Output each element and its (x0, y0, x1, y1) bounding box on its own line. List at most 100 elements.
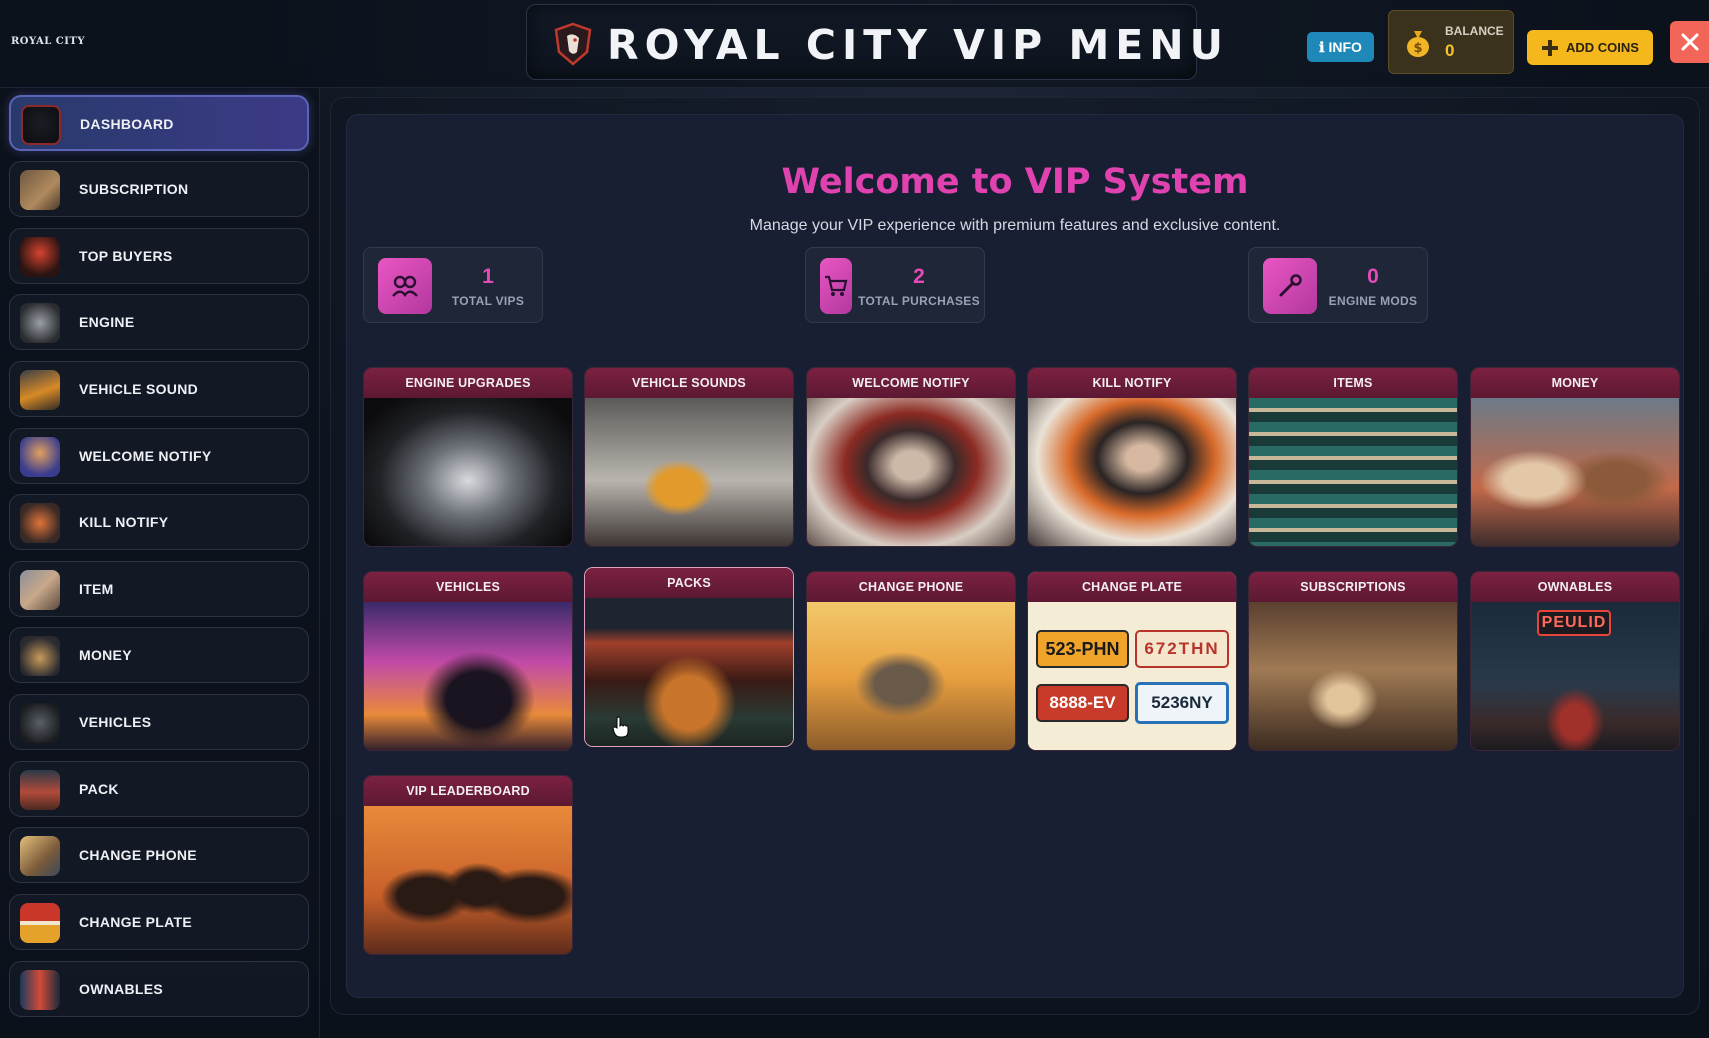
stat-label: TOTAL PURCHASES (858, 294, 980, 308)
money-bag-icon: $ (1407, 31, 1429, 57)
title-banner: ROYAL CITY VIP MENU (526, 4, 1223, 80)
sidebar-item-money[interactable]: MONEY (9, 627, 309, 683)
neon-sign: PEULID (1537, 610, 1611, 636)
card-title: OWNABLES (1471, 572, 1679, 602)
add-coins-button[interactable]: ADD COINS (1527, 30, 1653, 65)
card-title: SUBSCRIPTIONS (1249, 572, 1457, 602)
license-plates-image: 523-PHN 672THN 8888-EV 5236NY (1028, 602, 1236, 750)
ownables-thumb-icon (20, 970, 60, 1010)
sidebar-item-welcome-notify[interactable]: WELCOME NOTIFY (9, 428, 309, 484)
sidebar-item-label: KILL NOTIFY (79, 514, 169, 530)
stat-engine-mods: 0 ENGINE MODS (1248, 247, 1428, 323)
engine-image (364, 398, 572, 546)
card-title: KILL NOTIFY (1028, 368, 1236, 398)
sidebar-item-dashboard[interactable]: DASHBOARD (9, 95, 309, 151)
kill-notify-thumb-icon (20, 503, 60, 543)
card-title: WELCOME NOTIFY (807, 368, 1015, 398)
sidebar-item-label: PACK (79, 781, 119, 797)
sidebar-item-label: ENGINE (79, 314, 135, 330)
stat-label: ENGINE MODS (1328, 294, 1418, 308)
card-kill-notify[interactable]: KILL NOTIFY (1027, 367, 1237, 547)
card-title: VIP LEADERBOARD (364, 776, 572, 806)
sidebar-item-vehicles[interactable]: VEHICLES (9, 694, 309, 750)
brand-name: ROYAL CITY (11, 36, 86, 47)
sidebar-item-label: OWNABLES (79, 981, 164, 997)
card-title: MONEY (1471, 368, 1679, 398)
card-title: VEHICLES (364, 572, 572, 602)
stat-label: TOTAL VIPS (451, 294, 525, 308)
plate-5236ny: 5236NY (1135, 682, 1229, 724)
card-ownables[interactable]: OWNABLES PEULID (1470, 571, 1680, 751)
card-engine-upgrades[interactable]: ENGINE UPGRADES (363, 367, 573, 547)
sidebar: DASHBOARD SUBSCRIPTION TOP BUYERS ENGINE… (0, 88, 320, 1038)
sidebar-item-kill-notify[interactable]: KILL NOTIFY (9, 494, 309, 550)
pack-thumb-icon (20, 770, 60, 810)
casino-image (1249, 602, 1457, 750)
sidebar-item-label: TOP BUYERS (79, 248, 173, 264)
sidebar-item-label: VEHICLE SOUND (79, 381, 199, 397)
welcome-notify-image (807, 398, 1015, 546)
card-vehicles[interactable]: VEHICLES (363, 571, 573, 751)
balance-label: BALANCE (1445, 24, 1504, 38)
balance-panel: $ BALANCE 0 (1388, 10, 1514, 74)
sidebar-item-vehicle-sound[interactable]: VEHICLE SOUND (9, 361, 309, 417)
add-coins-label: ADD COINS (1566, 40, 1639, 55)
card-money[interactable]: MONEY (1470, 367, 1680, 547)
sidebar-item-ownables[interactable]: OWNABLES (9, 961, 309, 1017)
subscription-thumb-icon (20, 170, 60, 210)
card-subscriptions[interactable]: SUBSCRIPTIONS (1248, 571, 1458, 751)
vehicle-sound-thumb-icon (20, 370, 60, 410)
stat-value: 2 (913, 265, 925, 288)
sidebar-item-item[interactable]: ITEM (9, 561, 309, 617)
sidebar-item-pack[interactable]: PACK (9, 761, 309, 817)
card-vehicle-sounds[interactable]: VEHICLE SOUNDS (584, 367, 794, 547)
store-aisle-image (1249, 398, 1457, 546)
info-icon: ℹ (1319, 38, 1325, 55)
sidebar-item-label: VEHICLES (79, 714, 152, 730)
money-thumb-icon (20, 636, 60, 676)
card-title: CHANGE PLATE (1028, 572, 1236, 602)
plate-523-phn: 523-PHN (1036, 630, 1129, 668)
sidebar-item-top-buyers[interactable]: TOP BUYERS (9, 228, 309, 284)
card-change-plate[interactable]: CHANGE PLATE 523-PHN 672THN 8888-EV 5236… (1027, 571, 1237, 751)
sidebar-item-change-plate[interactable]: CHANGE PLATE (9, 894, 309, 950)
leaderboard-group-image (364, 806, 572, 954)
engine-thumb-icon (20, 303, 60, 343)
item-thumb-icon (20, 570, 60, 610)
kill-notify-image (1028, 398, 1236, 546)
sidebar-item-subscription[interactable]: SUBSCRIPTION (9, 161, 309, 217)
sidebar-item-change-phone[interactable]: CHANGE PHONE (9, 827, 309, 883)
shield-thumb-icon (21, 105, 61, 145)
wrench-icon (1263, 258, 1317, 314)
stat-value: 0 (1367, 265, 1379, 288)
welcome-title: Welcome to VIP System (781, 162, 1249, 202)
car-in-snow-image (585, 398, 793, 546)
sidebar-item-label: CHANGE PLATE (79, 914, 193, 930)
plus-icon (1542, 39, 1559, 56)
close-button[interactable] (1670, 21, 1709, 63)
welcome-notify-thumb-icon (20, 437, 60, 477)
stat-value: 1 (482, 265, 494, 288)
change-plate-thumb-icon (20, 903, 60, 943)
card-title: ENGINE UPGRADES (364, 368, 572, 398)
card-title: PACKS (585, 568, 793, 598)
cart-icon (820, 258, 852, 314)
sidebar-item-label: DASHBOARD (80, 116, 174, 132)
change-phone-thumb-icon (20, 836, 60, 876)
card-welcome-notify[interactable]: WELCOME NOTIFY (806, 367, 1016, 547)
money-image (1471, 398, 1679, 546)
info-button[interactable]: ℹ INFO (1307, 32, 1374, 62)
neon-car-image (364, 602, 572, 750)
sidebar-item-label: WELCOME NOTIFY (79, 448, 212, 464)
sidebar-item-engine[interactable]: ENGINE (9, 294, 309, 350)
plate-8888-ev: 8888-EV (1036, 684, 1129, 722)
card-vip-leaderboard[interactable]: VIP LEADERBOARD (363, 775, 573, 955)
card-items[interactable]: ITEMS (1248, 367, 1458, 547)
vehicles-thumb-icon (20, 703, 60, 743)
balance-value: 0 (1445, 41, 1455, 60)
users-icon (378, 258, 432, 314)
svg-text:$: $ (1413, 41, 1422, 56)
card-change-phone[interactable]: CHANGE PHONE (806, 571, 1016, 751)
stat-total-vips: 1 TOTAL VIPS (363, 247, 543, 323)
sidebar-item-label: ITEM (79, 581, 114, 597)
